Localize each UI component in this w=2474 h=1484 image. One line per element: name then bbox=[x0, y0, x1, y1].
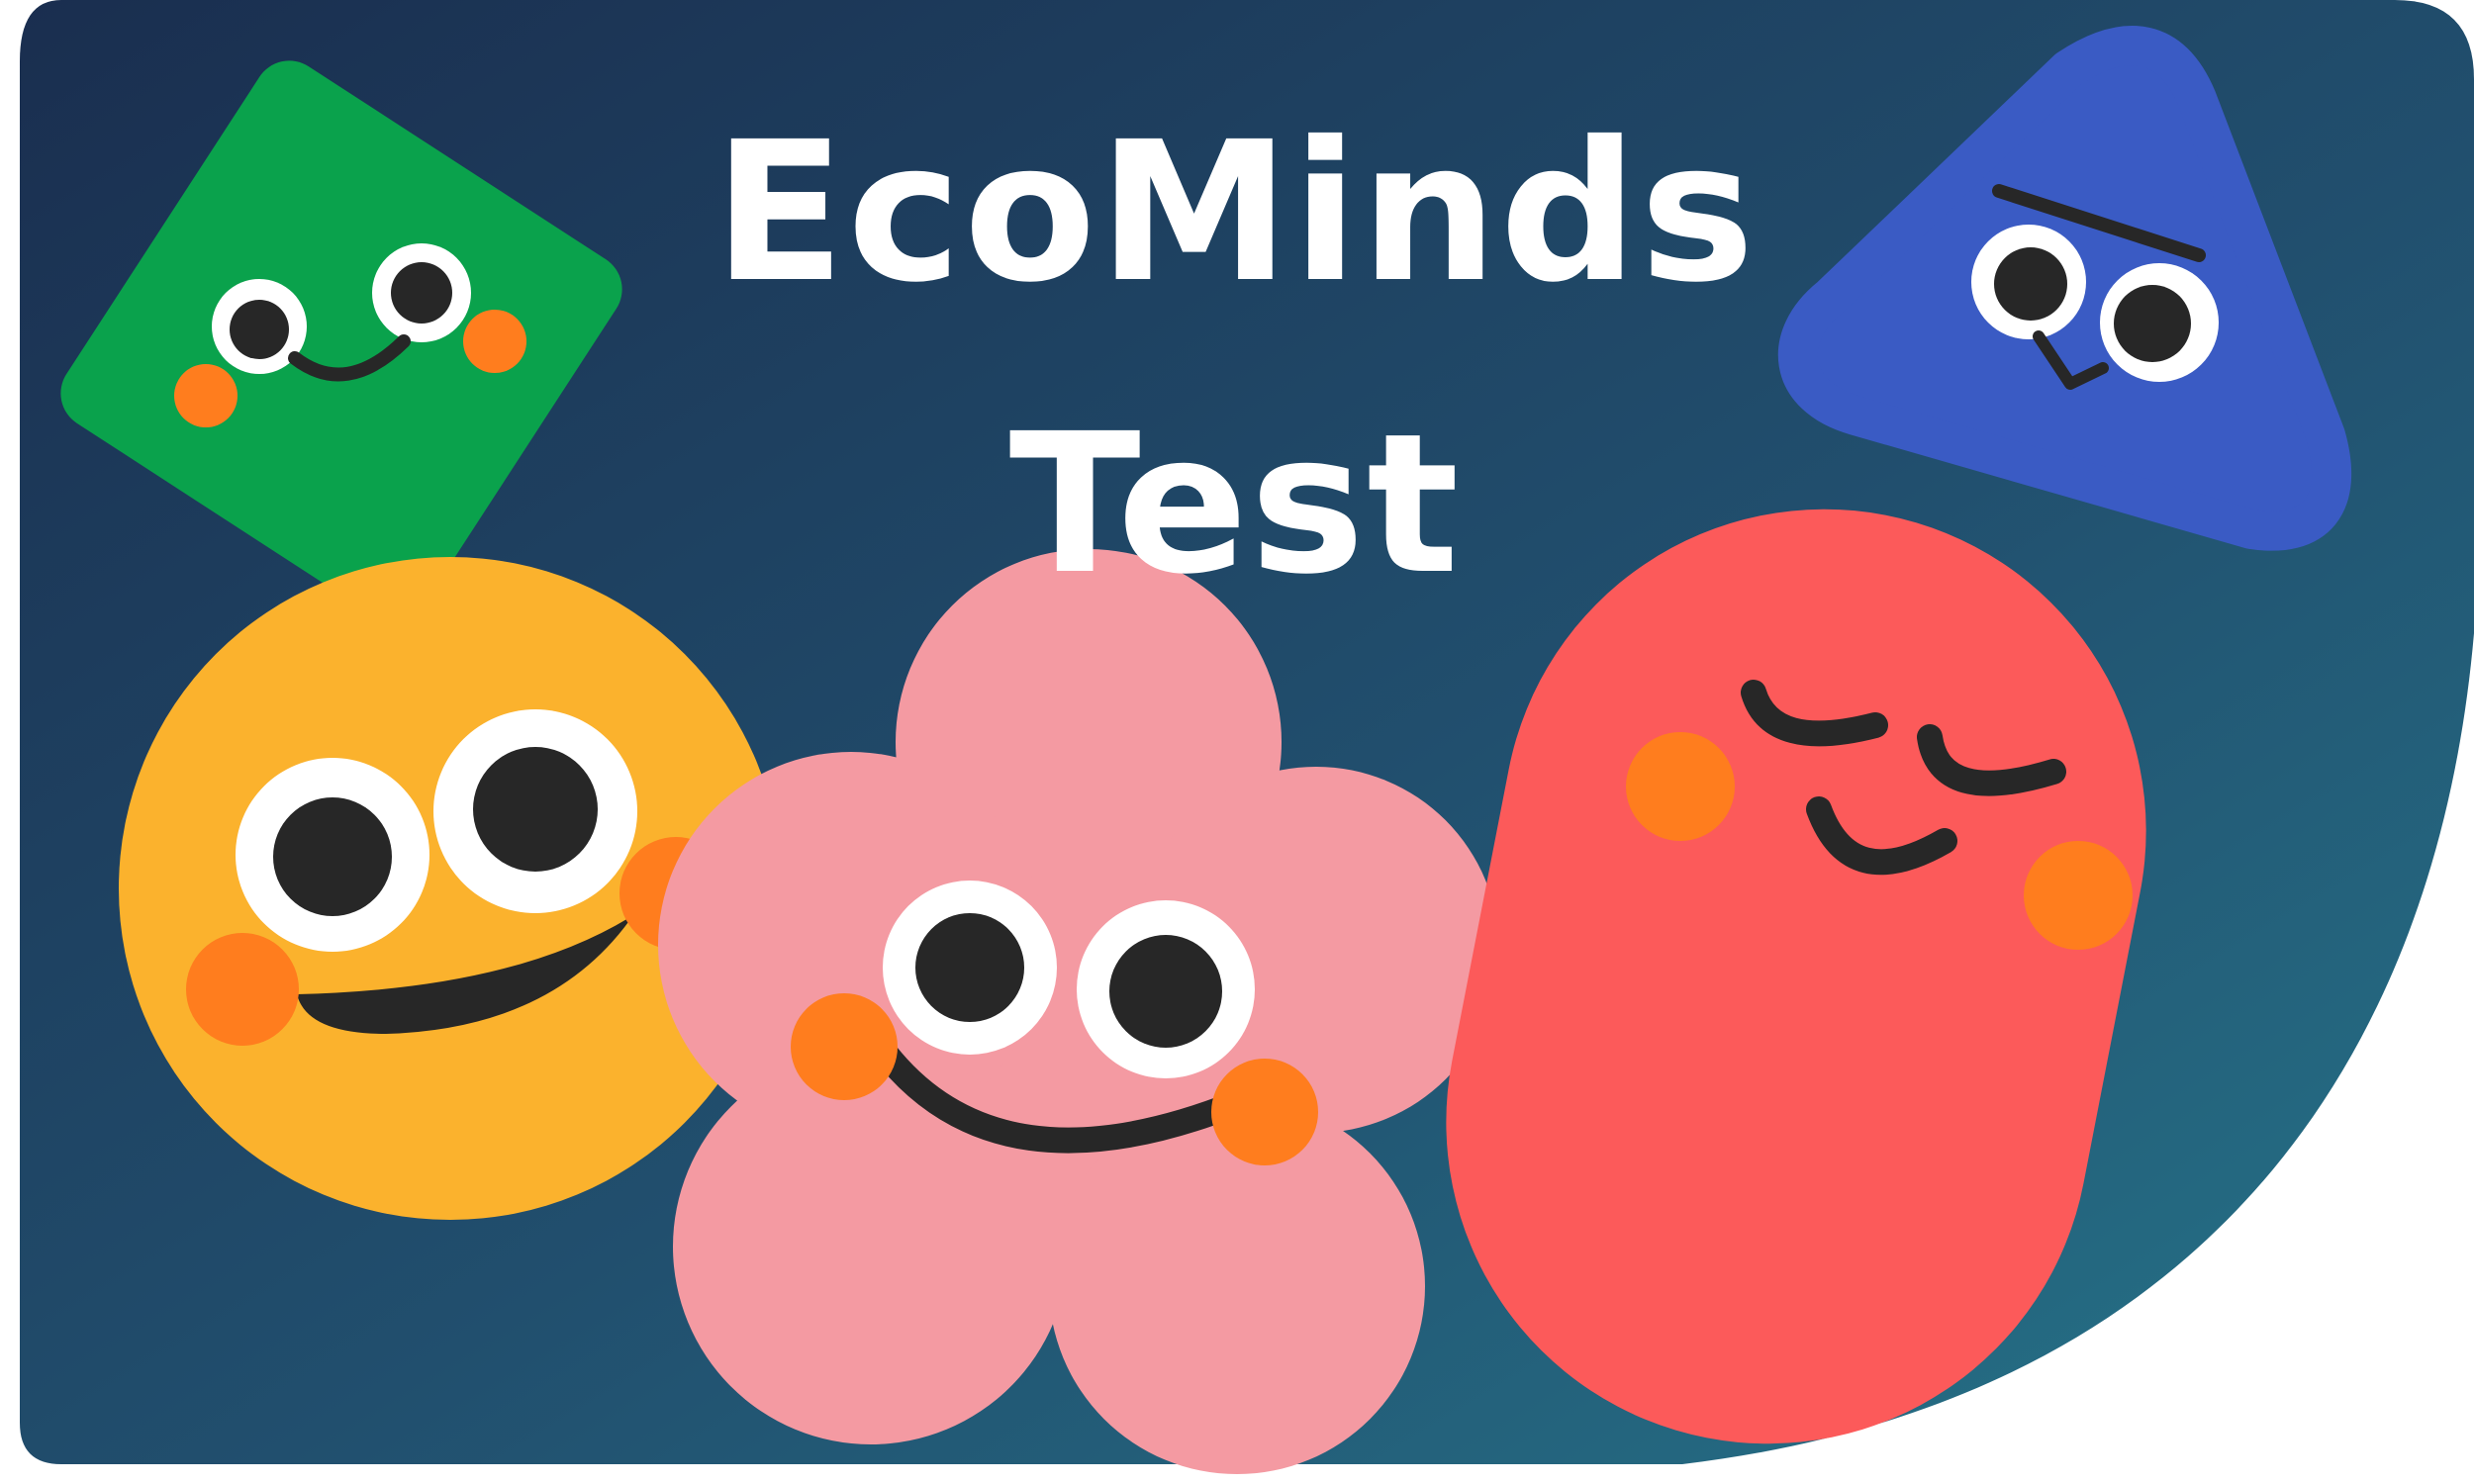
red-pill-body bbox=[1446, 509, 2146, 1444]
cheek-icon bbox=[1626, 732, 1735, 841]
cheek-icon bbox=[2024, 841, 2133, 950]
red-pill-character bbox=[1446, 509, 2146, 1444]
eco-minds-banner: EcoMinds Test bbox=[0, 0, 2474, 1484]
